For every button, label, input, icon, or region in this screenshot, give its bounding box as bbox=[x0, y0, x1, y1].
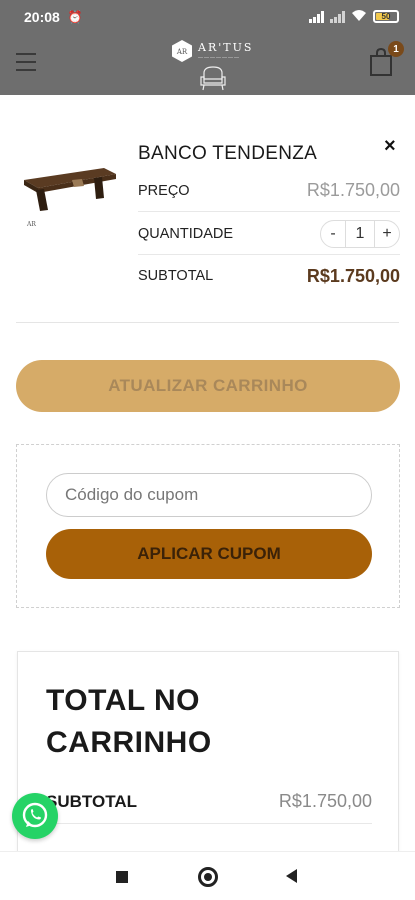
quantity-input[interactable]: 1 bbox=[346, 219, 374, 248]
square-icon[interactable] bbox=[116, 871, 128, 883]
status-indicators: 50 bbox=[309, 9, 399, 25]
brand-logo[interactable]: AR AR'TUS ——————— bbox=[170, 37, 254, 93]
coupon-section: APLICAR CUPOM bbox=[16, 444, 400, 608]
circle-icon[interactable] bbox=[198, 867, 218, 887]
app-header: AR AR'TUS ——————— 1 bbox=[0, 33, 415, 95]
svg-text:AR: AR bbox=[26, 221, 36, 228]
cart-count-badge: 1 bbox=[388, 41, 404, 57]
logo-text: AR'TUS bbox=[198, 41, 254, 54]
alarm-icon: ⏰ bbox=[67, 9, 83, 24]
svg-text:AR: AR bbox=[176, 48, 188, 56]
signal-icon-secondary bbox=[330, 10, 345, 23]
totals-subtotal-row: SUBTOTAL R$1.750,00 bbox=[46, 780, 372, 824]
cart-totals-panel: TOTAL NO CARRINHO SUBTOTAL R$1.750,00 bbox=[17, 651, 399, 861]
product-image[interactable]: AR bbox=[20, 160, 120, 230]
quantity-label: QUANTIDADE bbox=[138, 225, 234, 242]
totals-subtotal-value: R$1.750,00 bbox=[278, 791, 372, 811]
battery-level: 50 bbox=[381, 12, 391, 21]
logo-hexagon-icon: AR bbox=[172, 40, 192, 62]
subtotal-value: R$1.750,00 bbox=[306, 265, 400, 286]
hamburger-icon[interactable] bbox=[16, 53, 36, 71]
status-time: 20:08 bbox=[24, 8, 60, 25]
armchair-icon bbox=[200, 66, 226, 91]
divider bbox=[16, 322, 399, 323]
product-name[interactable]: BANCO TENDENZA bbox=[138, 143, 317, 165]
subtotal-label: SUBTOTAL bbox=[138, 268, 214, 284]
update-cart-button[interactable]: ATUALIZAR CARRINHO bbox=[16, 360, 400, 412]
quantity-row: QUANTIDADE - 1 + bbox=[138, 213, 400, 255]
cart-totals-title: TOTAL NO CARRINHO bbox=[46, 684, 212, 759]
battery-icon: 50 bbox=[373, 10, 399, 23]
quantity-decrease-button[interactable]: - bbox=[320, 219, 346, 248]
triangle-back-icon[interactable] bbox=[286, 869, 297, 883]
price-label: PREÇO bbox=[138, 182, 190, 199]
signal-icon bbox=[309, 10, 324, 23]
whatsapp-icon[interactable] bbox=[12, 793, 58, 839]
quantity-increase-button[interactable]: + bbox=[374, 219, 400, 248]
wifi-icon bbox=[351, 9, 367, 25]
system-nav-bar bbox=[0, 851, 415, 900]
totals-subtotal-label: SUBTOTAL bbox=[46, 791, 137, 811]
subtotal-row: SUBTOTAL R$1.750,00 bbox=[138, 255, 400, 297]
apply-coupon-button[interactable]: APLICAR CUPOM bbox=[46, 529, 372, 579]
remove-item-button[interactable]: × bbox=[384, 136, 396, 156]
price-value: R$1.750,00 bbox=[306, 180, 400, 200]
coupon-input[interactable] bbox=[46, 473, 372, 517]
quantity-stepper: - 1 + bbox=[320, 219, 400, 248]
price-row: PREÇO R$1.750,00 bbox=[138, 170, 400, 212]
status-bar: 20:08 ⏰ 50 bbox=[0, 0, 415, 33]
logo-tagline-mark: ——————— bbox=[198, 55, 240, 61]
